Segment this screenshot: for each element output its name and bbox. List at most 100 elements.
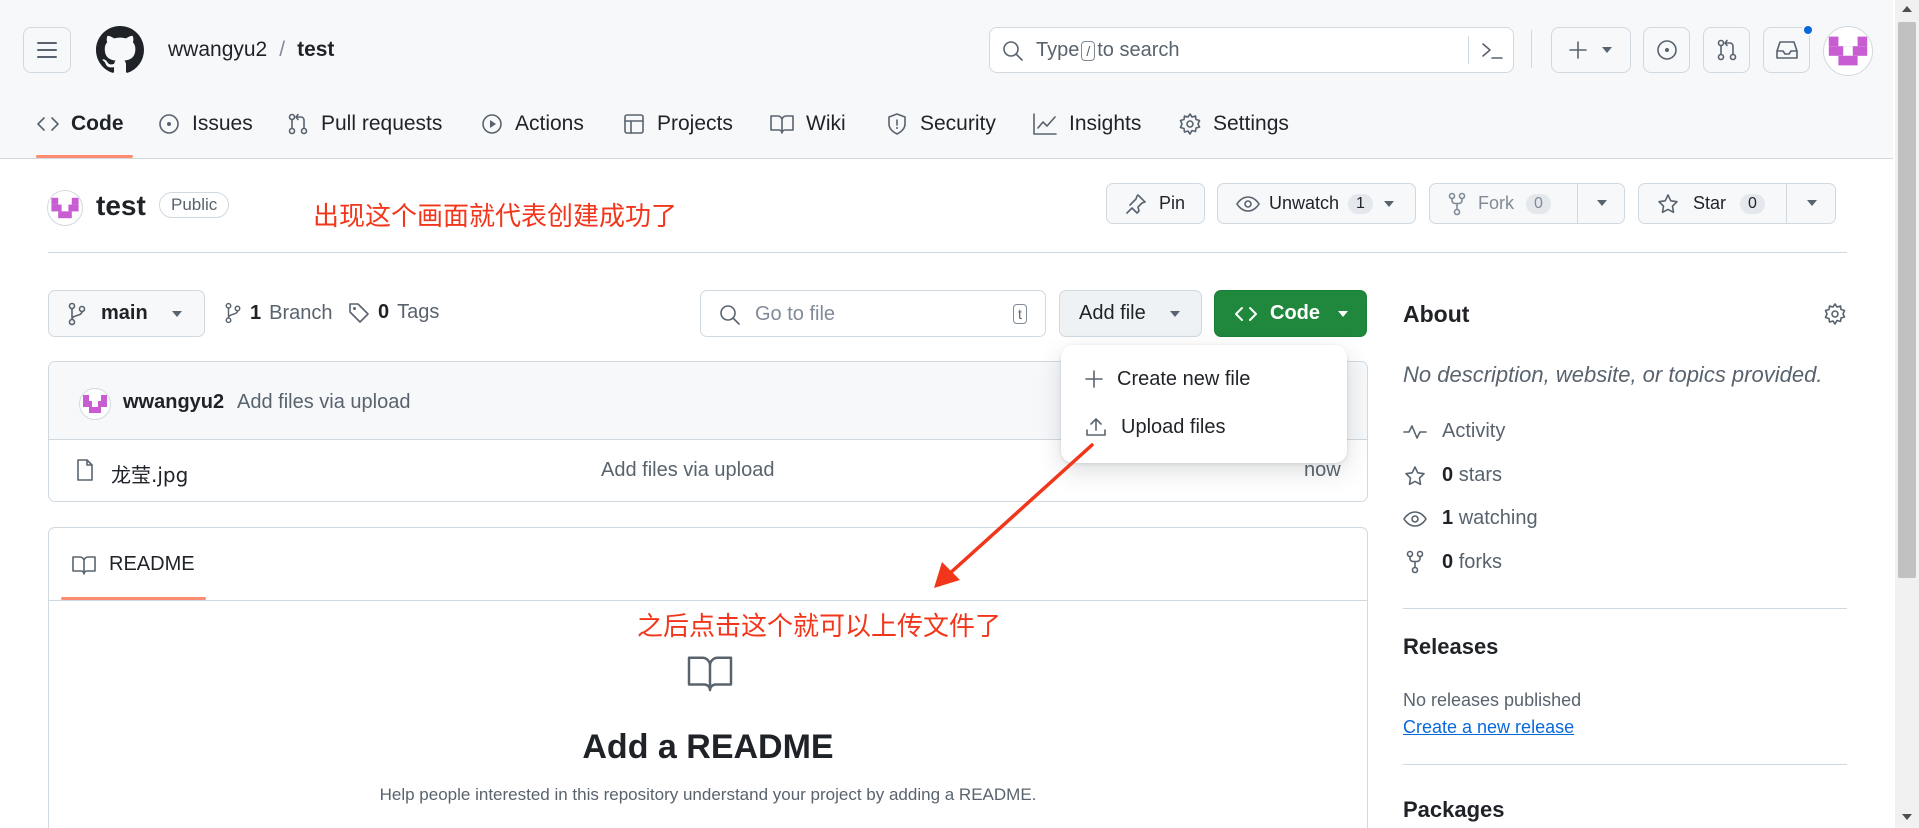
plus-icon [1085,370,1103,388]
scroll-up-icon[interactable] [1901,4,1913,14]
search-placeholder: Type / to search [1036,39,1180,62]
scrollbar-thumb[interactable] [1898,22,1916,578]
notification-dot [1802,24,1814,36]
branches-link[interactable]: 1 Branch [224,301,333,325]
go-to-file-input[interactable]: Go to file t [700,290,1046,337]
unwatch-label: Unwatch [1269,193,1340,213]
star-button[interactable]: Star 0 [1638,183,1836,224]
caret-down-icon [1338,310,1348,317]
forks-link[interactable]: 0 forks [1403,550,1502,574]
readme-tab[interactable]: README [71,553,195,576]
caret-down-icon [1602,47,1612,53]
file-name[interactable]: 龙莹.jpg [111,459,188,488]
add-file-menu: Create new file Upload files [1061,345,1347,463]
star-label: Star [1693,193,1727,213]
caret-down-icon[interactable] [1595,198,1609,208]
book-icon [72,555,96,575]
branch-icon [68,302,86,325]
tab-issues[interactable]: Issues [157,108,253,140]
pull-request-icon [288,113,308,135]
tab-label: Insights [1069,112,1142,135]
tab-security[interactable]: Security [885,108,996,140]
identicon-icon [83,395,107,413]
pulse-icon [1403,424,1427,439]
tag-label: Tags [397,301,440,323]
tab-projects[interactable]: Projects [622,108,733,140]
table-icon [624,114,644,134]
repo-title[interactable]: test [96,190,146,222]
fork-divider [1577,184,1578,223]
readme-tabbar [49,528,1367,601]
breadcrumb-repo[interactable]: test [297,38,334,62]
stars-link[interactable]: 0 stars [1403,464,1502,487]
tab-actions[interactable]: Actions [480,108,584,140]
unwatch-button[interactable]: Unwatch 1 [1217,183,1416,224]
github-logo[interactable] [96,26,144,74]
watch-count: 1 [1348,193,1373,214]
commit-message[interactable]: Add files via upload [237,391,410,414]
tab-label: Wiki [806,112,846,135]
pin-button[interactable]: Pin [1106,183,1205,224]
star-count: 0 [1740,193,1765,214]
repo-owner-avatar[interactable] [47,190,83,226]
tab-wiki[interactable]: Wiki [769,108,846,140]
file-commit-message[interactable]: Add files via upload [601,459,774,482]
star-icon [1658,193,1678,213]
search-input[interactable]: Type / to search [989,27,1514,73]
caret-down-icon[interactable] [1805,198,1819,208]
repo-header-divider [48,252,1847,253]
create-new-button[interactable] [1551,27,1631,73]
pull-requests-button[interactable] [1703,27,1750,73]
menu-button[interactable] [23,27,71,73]
sidebar-divider [1403,764,1847,765]
issue-icon [159,114,179,134]
create-release-link[interactable]: Create a new release [1403,717,1574,738]
code-button-label: Code [1270,302,1320,324]
book-icon [770,115,794,134]
code-icon [37,117,59,131]
readme-tab-label: README [109,553,195,575]
identicon-icon [51,197,79,219]
commit-author-avatar[interactable] [79,388,111,420]
tab-insights[interactable]: Insights [1032,108,1141,140]
readme-panel: README Add a README Help people interest… [48,527,1368,828]
tab-pull-requests[interactable]: Pull requests [286,108,442,140]
inbox-icon [1775,41,1798,59]
tab-settings[interactable]: Settings [1178,108,1289,140]
readme-tab-underline [61,597,206,600]
about-description: No description, website, or topics provi… [1403,362,1823,387]
hamburger-icon [37,42,57,58]
forks-count: 0 [1442,550,1454,573]
plus-icon [1569,41,1587,59]
watching-link[interactable]: 1 watching [1403,507,1538,530]
packages-title[interactable]: Packages [1403,797,1505,823]
fork-count: 0 [1526,193,1551,214]
fork-button[interactable]: Fork 0 [1429,183,1625,224]
add-file-button[interactable]: Add file [1059,290,1202,337]
book-icon [687,656,733,692]
commit-author[interactable]: wwangyu2 [123,391,224,414]
graph-icon [1033,113,1057,135]
caret-down-icon [1383,200,1394,207]
avatar[interactable] [1823,26,1873,76]
issues-button[interactable] [1643,27,1690,73]
branch-label: Branch [269,301,333,324]
activity-link[interactable]: Activity [1403,420,1505,443]
tab-code[interactable]: Code [36,108,124,140]
tab-label: Settings [1213,112,1289,135]
menu-item-upload-files[interactable]: Upload files [1061,405,1347,449]
fork-icon [1448,192,1466,215]
scroll-down-icon[interactable] [1901,812,1913,822]
code-button[interactable]: Code [1214,290,1367,337]
branch-selector[interactable]: main [48,290,205,337]
search-shortcut: / [1081,40,1096,61]
menu-item-create-new-file[interactable]: Create new file [1061,357,1347,401]
gear-icon[interactable] [1823,302,1847,326]
tags-link[interactable]: 0 Tags [348,301,439,324]
fork-label: Fork [1478,193,1514,213]
command-palette-icon[interactable] [1480,40,1504,62]
releases-title[interactable]: Releases [1403,634,1498,660]
add-readme-description: Help people interested in this repositor… [379,785,1037,804]
stars-label: stars [1458,464,1503,486]
breadcrumb-owner[interactable]: wwangyu2 [168,38,267,62]
